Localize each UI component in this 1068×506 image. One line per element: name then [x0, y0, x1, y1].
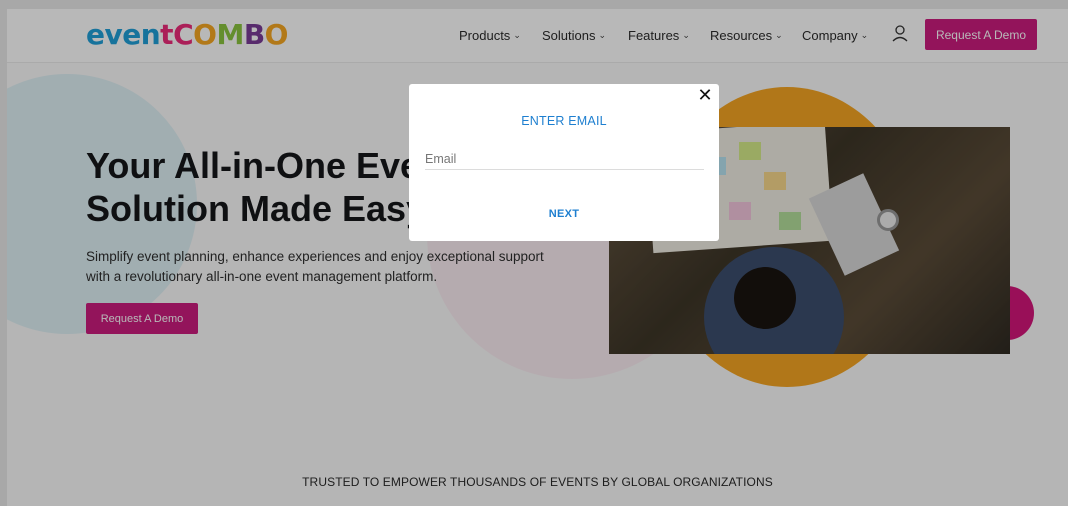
next-button[interactable]: NEXT: [409, 208, 719, 220]
close-icon[interactable]: ✕: [695, 85, 715, 105]
modal-title: ENTER EMAIL: [521, 114, 607, 128]
modal-overlay[interactable]: [0, 0, 1068, 506]
email-field[interactable]: [425, 148, 704, 170]
email-modal: ✕ ENTER EMAIL NEXT: [409, 84, 719, 241]
